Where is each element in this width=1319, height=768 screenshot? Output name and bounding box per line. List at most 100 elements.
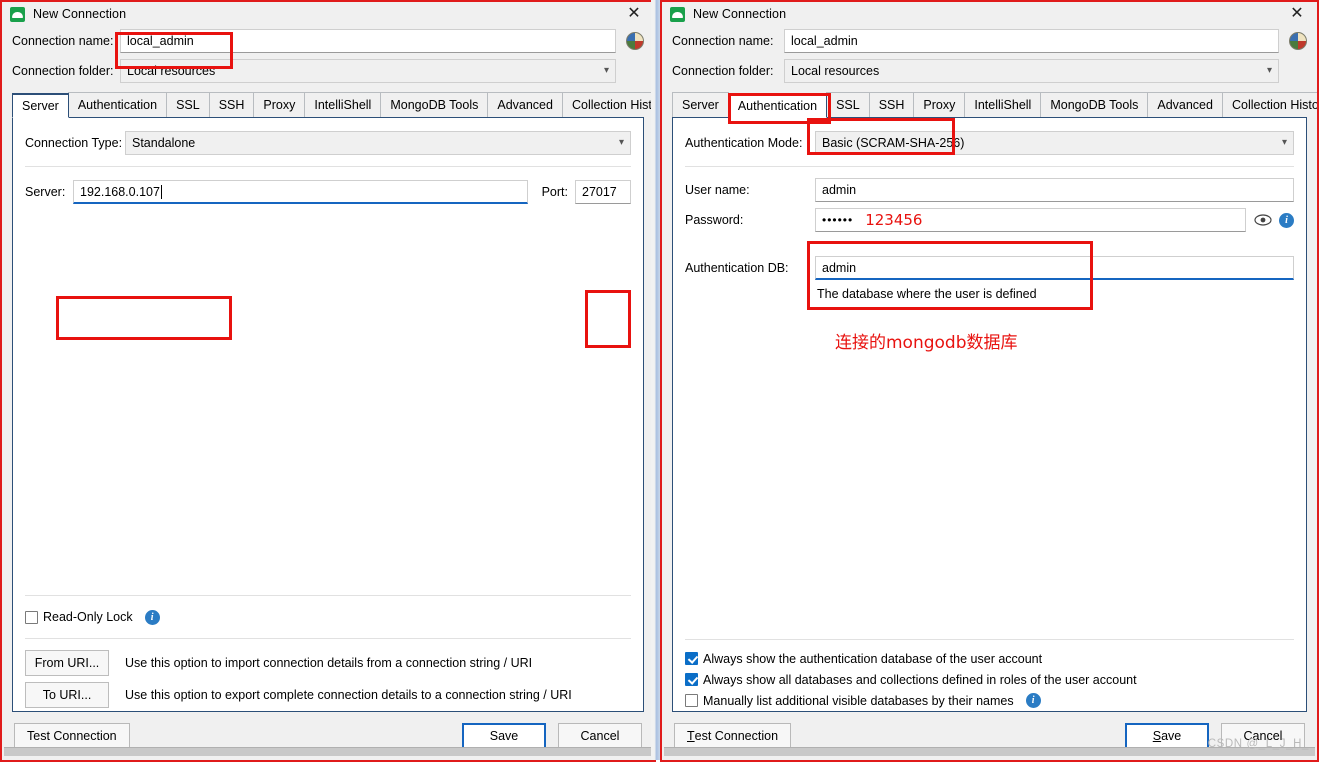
right-divider-2 <box>685 639 1294 640</box>
info-icon[interactable]: i <box>1026 693 1041 708</box>
checkbox-row-always-show-all-dbs[interactable]: Always show all databases and collection… <box>685 669 1294 690</box>
left-connection-folder-label: Connection folder: <box>12 64 120 78</box>
left-server-input[interactable]: 192.168.0.107 <box>73 180 528 204</box>
right-username-value: admin <box>822 183 856 197</box>
right-tab-panel-authentication: Authentication Mode: Basic (SCRAM-SHA-25… <box>672 118 1307 712</box>
left-connection-name-label: Connection name: <box>12 34 120 48</box>
left-bottom-options: Read-Only Lock i From URI... Use this op… <box>13 587 643 711</box>
left-readonly-lock-row[interactable]: Read-Only Lock i <box>25 604 631 630</box>
left-divider-2 <box>25 595 631 596</box>
connection-color-globe-icon[interactable] <box>1289 32 1307 50</box>
left-port-input[interactable]: 27017 <box>575 180 631 204</box>
right-password-masked-value: •••••• <box>822 213 853 227</box>
manual-db-list-checkbox[interactable] <box>685 694 698 707</box>
right-password-row: Password: •••••• 123456 i <box>685 205 1294 235</box>
chevron-down-icon: ▾ <box>619 138 624 148</box>
right-close-icon[interactable]: ✕ <box>1277 2 1317 26</box>
left-cancel-button[interactable]: Cancel <box>558 723 642 750</box>
left-connection-type-value: Standalone <box>132 136 195 150</box>
left-divider-1 <box>25 166 631 167</box>
right-save-button[interactable]: Save <box>1125 723 1209 750</box>
right-auth-mode-select[interactable]: Basic (SCRAM-SHA-256) ▾ <box>815 131 1294 155</box>
left-connection-folder-value: Local resources <box>127 64 215 78</box>
right-tab-ssh[interactable]: SSH <box>869 92 915 117</box>
left-tab-panel-server: Connection Type: Standalone ▾ Server: 19… <box>12 118 644 712</box>
left-window-bottom-strip <box>4 747 652 756</box>
left-server-value: 192.168.0.107 <box>80 185 160 199</box>
left-tab-ssl[interactable]: SSL <box>166 92 210 117</box>
right-connection-folder-value: Local resources <box>791 64 879 78</box>
right-username-input[interactable]: admin <box>815 178 1294 202</box>
left-tab-ssh[interactable]: SSH <box>209 92 255 117</box>
readonly-lock-label: Read-Only Lock <box>43 610 133 624</box>
right-username-label: User name: <box>685 183 815 197</box>
right-password-input[interactable]: •••••• 123456 <box>815 208 1246 232</box>
right-auth-db-row: Authentication DB: admin <box>685 253 1294 283</box>
left-close-icon[interactable]: ✕ <box>614 2 654 26</box>
info-icon[interactable]: i <box>1279 213 1294 228</box>
right-tab-authentication[interactable]: Authentication <box>728 93 827 118</box>
right-connection-folder-select[interactable]: Local resources ▾ <box>784 59 1279 83</box>
right-connection-name-value: local_admin <box>791 34 858 48</box>
right-test-connection-rest: est Connection <box>695 729 778 743</box>
left-connection-folder-select[interactable]: Local resources ▾ <box>120 59 616 83</box>
left-connection-name-row: Connection name: local_admin <box>12 26 644 56</box>
right-tab-intellishell[interactable]: IntelliShell <box>964 92 1041 117</box>
chevron-down-icon: ▾ <box>1282 138 1287 148</box>
right-tab-mongodb-tools[interactable]: MongoDB Tools <box>1040 92 1148 117</box>
left-connection-name-input[interactable]: local_admin <box>120 29 616 53</box>
left-tab-advanced[interactable]: Advanced <box>487 92 563 117</box>
always-show-auth-db-label: Always show the authentication database … <box>703 652 1042 666</box>
left-connection-type-select[interactable]: Standalone ▾ <box>125 131 631 155</box>
right-auth-db-input[interactable]: admin <box>815 256 1294 280</box>
right-auth-mode-label: Authentication Mode: <box>685 136 815 150</box>
left-server-settings: Connection Type: Standalone ▾ Server: 19… <box>13 118 643 587</box>
left-tab-server[interactable]: Server <box>12 93 69 118</box>
always-show-all-dbs-checkbox[interactable] <box>685 673 698 686</box>
always-show-auth-db-checkbox[interactable] <box>685 652 698 665</box>
right-connection-folder-row: Connection folder: Local resources ▾ <box>672 56 1307 86</box>
right-save-mnemonic: S <box>1153 729 1161 743</box>
info-icon[interactable]: i <box>145 610 160 625</box>
right-tab-ssl[interactable]: SSL <box>826 92 870 117</box>
right-connection-name-input[interactable]: local_admin <box>784 29 1279 53</box>
left-tab-collection-history[interactable]: Collection History <box>562 92 656 117</box>
right-test-connection-button[interactable]: Test Connection <box>674 723 791 750</box>
left-connection-type-label: Connection Type: <box>25 136 125 150</box>
checkbox-row-manual-db-list[interactable]: Manually list additional visible databas… <box>685 690 1294 711</box>
left-tab-intellishell[interactable]: IntelliShell <box>304 92 381 117</box>
annotation-box-port <box>585 290 631 348</box>
readonly-lock-checkbox[interactable] <box>25 611 38 624</box>
show-password-eye-icon[interactable] <box>1254 213 1272 227</box>
right-tab-collection-history[interactable]: Collection History <box>1222 92 1319 117</box>
left-port-label: Port: <box>542 185 568 199</box>
left-header-form: Connection name: local_admin Connection … <box>2 26 654 86</box>
left-footer-actions: Save Cancel <box>462 723 642 750</box>
connection-color-globe-icon[interactable] <box>626 32 644 50</box>
to-uri-button[interactable]: To URI... <box>25 682 109 708</box>
from-uri-button[interactable]: From URI... <box>25 650 109 676</box>
annotation-chinese-note: 连接的mongodb数据库 <box>835 328 1018 353</box>
right-auth-db-label: Authentication DB: <box>685 261 815 275</box>
right-tab-server[interactable]: Server <box>672 92 729 117</box>
right-connection-name-label: Connection name: <box>672 34 784 48</box>
checkbox-row-always-show-auth-db[interactable]: Always show the authentication database … <box>685 648 1294 669</box>
right-tab-proxy[interactable]: Proxy <box>913 92 965 117</box>
left-save-button[interactable]: Save <box>462 723 546 750</box>
left-new-connection-dialog: New Connection ✕ Connection name: local_… <box>0 0 656 762</box>
from-uri-description: Use this option to import connection det… <box>125 656 532 670</box>
left-port-value: 27017 <box>582 185 617 199</box>
right-window-title: New Connection <box>693 7 786 21</box>
left-divider-3 <box>25 638 631 639</box>
right-tab-advanced[interactable]: Advanced <box>1147 92 1223 117</box>
left-titlebar: New Connection ✕ <box>2 2 654 26</box>
screenshot-root: New Connection ✕ Connection name: local_… <box>0 0 1319 768</box>
left-tab-authentication[interactable]: Authentication <box>68 92 167 117</box>
left-test-connection-button[interactable]: Test Connection <box>14 723 130 750</box>
left-to-uri-row: To URI... Use this option to export comp… <box>25 679 631 711</box>
left-tab-proxy[interactable]: Proxy <box>253 92 305 117</box>
right-divider-1 <box>685 166 1294 167</box>
right-connection-name-row: Connection name: local_admin <box>672 26 1307 56</box>
left-connection-name-value: local_admin <box>127 34 194 48</box>
left-tab-mongodb-tools[interactable]: MongoDB Tools <box>380 92 488 117</box>
